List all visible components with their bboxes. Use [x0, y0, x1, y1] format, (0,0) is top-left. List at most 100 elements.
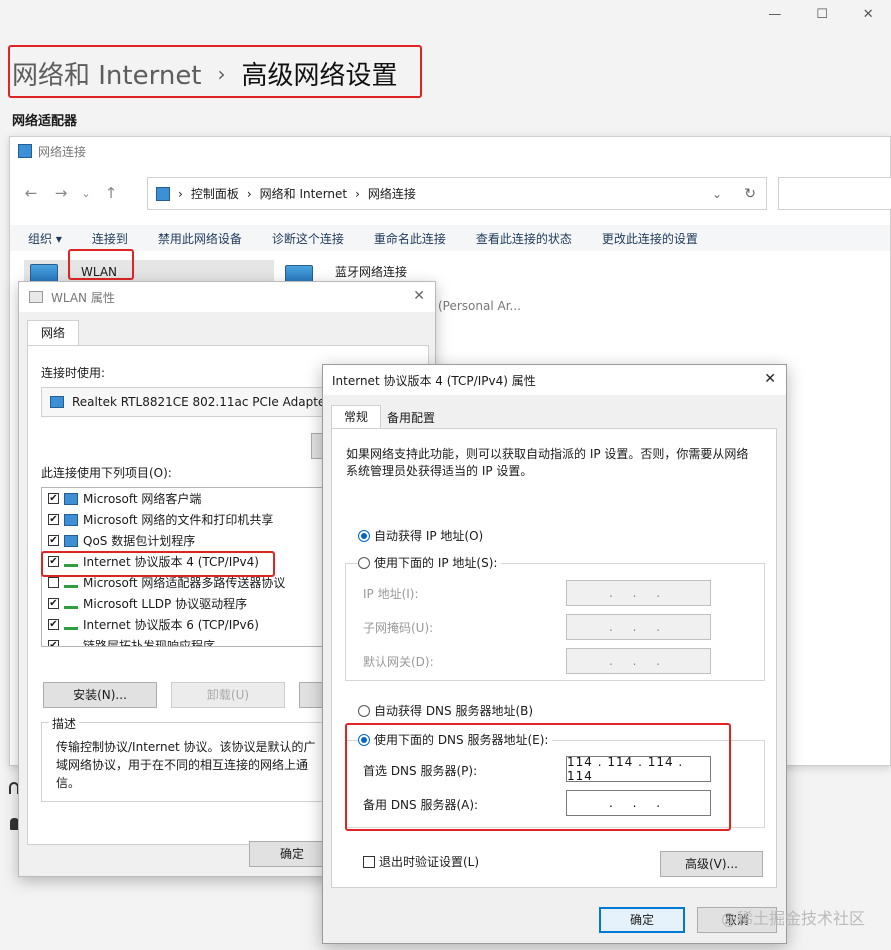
- checkbox-validate[interactable]: [363, 855, 375, 868]
- radio-label: 自动获得 IP 地址(O): [374, 529, 484, 543]
- highlight-box-dns: [345, 723, 731, 831]
- manual-ip-option[interactable]: 使用下面的 IP 地址(S):: [358, 554, 502, 571]
- advanced-button[interactable]: 高级(V)...: [660, 851, 763, 877]
- recent-locations-icon[interactable]: ⌄: [76, 187, 96, 200]
- gateway-field[interactable]: . . .: [566, 648, 711, 674]
- ok-button[interactable]: 确定: [599, 907, 685, 933]
- item-label: Internet 协议版本 6 (TCP/IPv6): [83, 618, 259, 632]
- gateway-label: 默认网关(D):: [363, 655, 434, 669]
- checkbox-label: 退出时验证设置(L): [379, 855, 480, 869]
- close-icon[interactable]: ✕: [413, 288, 425, 304]
- cmd-diagnose[interactable]: 诊断这个连接: [272, 230, 344, 247]
- intro-text: 如果网络支持此功能，则可以获取自动指派的 IP 设置。否则，你需要从网络系统管理…: [346, 447, 749, 478]
- cmd-status[interactable]: 查看此连接的状态: [476, 230, 572, 247]
- path-control-panel[interactable]: 控制面板: [191, 185, 239, 202]
- window-title: 网络连接: [38, 144, 87, 159]
- back-icon[interactable]: ←: [16, 184, 46, 202]
- tab-general[interactable]: 常规: [331, 405, 381, 429]
- list-item[interactable]: ✔ 链路层拓扑发现响应程序: [42, 635, 322, 647]
- cmd-connect[interactable]: 连接到: [92, 230, 128, 247]
- refresh-icon[interactable]: ↻: [744, 186, 756, 202]
- protocol-icon: [64, 578, 78, 588]
- checkbox[interactable]: [48, 577, 59, 588]
- items-label: 此连接使用下列项目(O):: [41, 466, 172, 480]
- description-label: 描述: [49, 715, 80, 732]
- checkbox[interactable]: ✔: [48, 535, 59, 546]
- window-controls: — ☐ ✕: [751, 0, 891, 28]
- title-bar: 网络连接: [10, 137, 890, 165]
- checkbox[interactable]: ✔: [48, 598, 59, 609]
- item-label: Microsoft 网络的文件和打印机共享: [83, 513, 274, 527]
- wifi-icon: [29, 291, 43, 303]
- cmd-rename[interactable]: 重命名此连接: [374, 230, 446, 247]
- auto-dns-option[interactable]: 自动获得 DNS 服务器地址(B): [358, 702, 533, 719]
- tab-network[interactable]: 网络: [27, 320, 79, 346]
- address-bar[interactable]: › 控制面板 › 网络和 Internet › 网络连接 ⌄ ↻: [147, 177, 767, 210]
- cmd-disable[interactable]: 禁用此网络设备: [158, 230, 242, 247]
- checkbox[interactable]: ✔: [48, 493, 59, 504]
- path-network-connections[interactable]: 网络连接: [368, 185, 416, 202]
- validate-option[interactable]: 退出时验证设置(L): [363, 853, 479, 870]
- forward-icon[interactable]: →: [46, 184, 76, 202]
- radio-auto-ip[interactable]: [358, 529, 370, 542]
- close-icon[interactable]: ✕: [863, 7, 874, 22]
- protocol-icon: [64, 599, 78, 609]
- minimize-icon[interactable]: —: [768, 7, 781, 22]
- up-icon[interactable]: ↑: [96, 184, 126, 202]
- protocol-icon: [64, 641, 78, 647]
- adapter-name: Realtek RTL8821CE 802.11ac PCIe Adapter: [72, 395, 331, 409]
- ip-address-label: IP 地址(I):: [363, 587, 419, 601]
- list-item[interactable]: ✔ Microsoft LLDP 协议驱动程序: [42, 593, 322, 614]
- highlight-box-ipv4: [41, 551, 275, 577]
- dialog-title-bar: WLAN 属性: [19, 282, 435, 312]
- description-text: 传输控制协议/Internet 协议。该协议是默认的广域网络协议，用于在不同的相…: [56, 740, 316, 790]
- highlight-box-header: [8, 45, 422, 98]
- tab-alternate[interactable]: 备用配置: [381, 408, 441, 428]
- path-sep-icon: ›: [246, 186, 252, 201]
- uninstall-button[interactable]: 卸载(U): [171, 682, 285, 708]
- cmd-organize[interactable]: 组织 ▾: [28, 230, 62, 247]
- protocol-icon: [64, 620, 78, 630]
- bluetooth-connection-label[interactable]: 蓝牙网络连接: [335, 263, 407, 280]
- adapter-display: Realtek RTL8821CE 802.11ac PCIe Adapter: [41, 387, 341, 417]
- dialog-title: Internet 协议版本 4 (TCP/IPv4) 属性: [332, 373, 536, 388]
- address-dropdown-icon[interactable]: ⌄: [712, 187, 722, 201]
- auto-ip-option[interactable]: 自动获得 IP 地址(O): [358, 527, 483, 544]
- service-icon: [64, 534, 78, 547]
- item-label: 链路层拓扑发现响应程序: [83, 639, 216, 647]
- item-label: Microsoft LLDP 协议驱动程序: [83, 597, 248, 611]
- path-sep-icon: ›: [178, 186, 183, 201]
- list-item[interactable]: ✔ Microsoft 网络客户端: [42, 488, 322, 509]
- ip-address-field[interactable]: . . .: [566, 580, 711, 606]
- service-icon: [64, 513, 78, 526]
- cmd-change-settings[interactable]: 更改此连接的设置: [602, 230, 698, 247]
- install-button[interactable]: 安装(N)...: [43, 682, 157, 708]
- item-label: QoS 数据包计划程序: [83, 534, 196, 548]
- list-item[interactable]: ✔ QoS 数据包计划程序: [42, 530, 322, 551]
- list-item[interactable]: ✔ Microsoft 网络的文件和打印机共享: [42, 509, 322, 530]
- dialog-title-bar: Internet 协议版本 4 (TCP/IPv4) 属性: [323, 365, 786, 395]
- radio-label: 自动获得 DNS 服务器地址(B): [374, 704, 534, 718]
- bluetooth-connection-subtitle: (Personal Ar...: [438, 299, 521, 313]
- radio-manual-ip[interactable]: [358, 556, 370, 569]
- search-input[interactable]: [778, 177, 891, 210]
- path-sep-icon: ›: [355, 186, 360, 201]
- client-icon: [64, 492, 78, 505]
- dialog-title: WLAN 属性: [51, 290, 115, 305]
- subnet-mask-field[interactable]: . . .: [566, 614, 711, 640]
- subnet-mask-label: 子网掩码(U):: [363, 621, 434, 635]
- checkbox[interactable]: ✔: [48, 514, 59, 525]
- network-adapter-icon: [50, 396, 64, 408]
- connect-using-label: 连接时使用:: [41, 366, 106, 380]
- item-label: Microsoft 网络客户端: [83, 492, 202, 506]
- maximize-icon[interactable]: ☐: [816, 7, 828, 22]
- highlight-box-wlan: [68, 249, 134, 280]
- close-icon[interactable]: ✕: [764, 371, 776, 387]
- ipv4-properties-dialog: Internet 协议版本 4 (TCP/IPv4) 属性 ✕ 常规 备用配置 …: [322, 364, 787, 944]
- checkbox[interactable]: ✔: [48, 640, 59, 646]
- path-network-internet[interactable]: 网络和 Internet: [260, 185, 347, 202]
- radio-auto-dns[interactable]: [358, 704, 370, 717]
- radio-label: 使用下面的 IP 地址(S):: [374, 556, 498, 570]
- list-item[interactable]: ✔ Internet 协议版本 6 (TCP/IPv6): [42, 614, 322, 635]
- checkbox[interactable]: ✔: [48, 619, 59, 630]
